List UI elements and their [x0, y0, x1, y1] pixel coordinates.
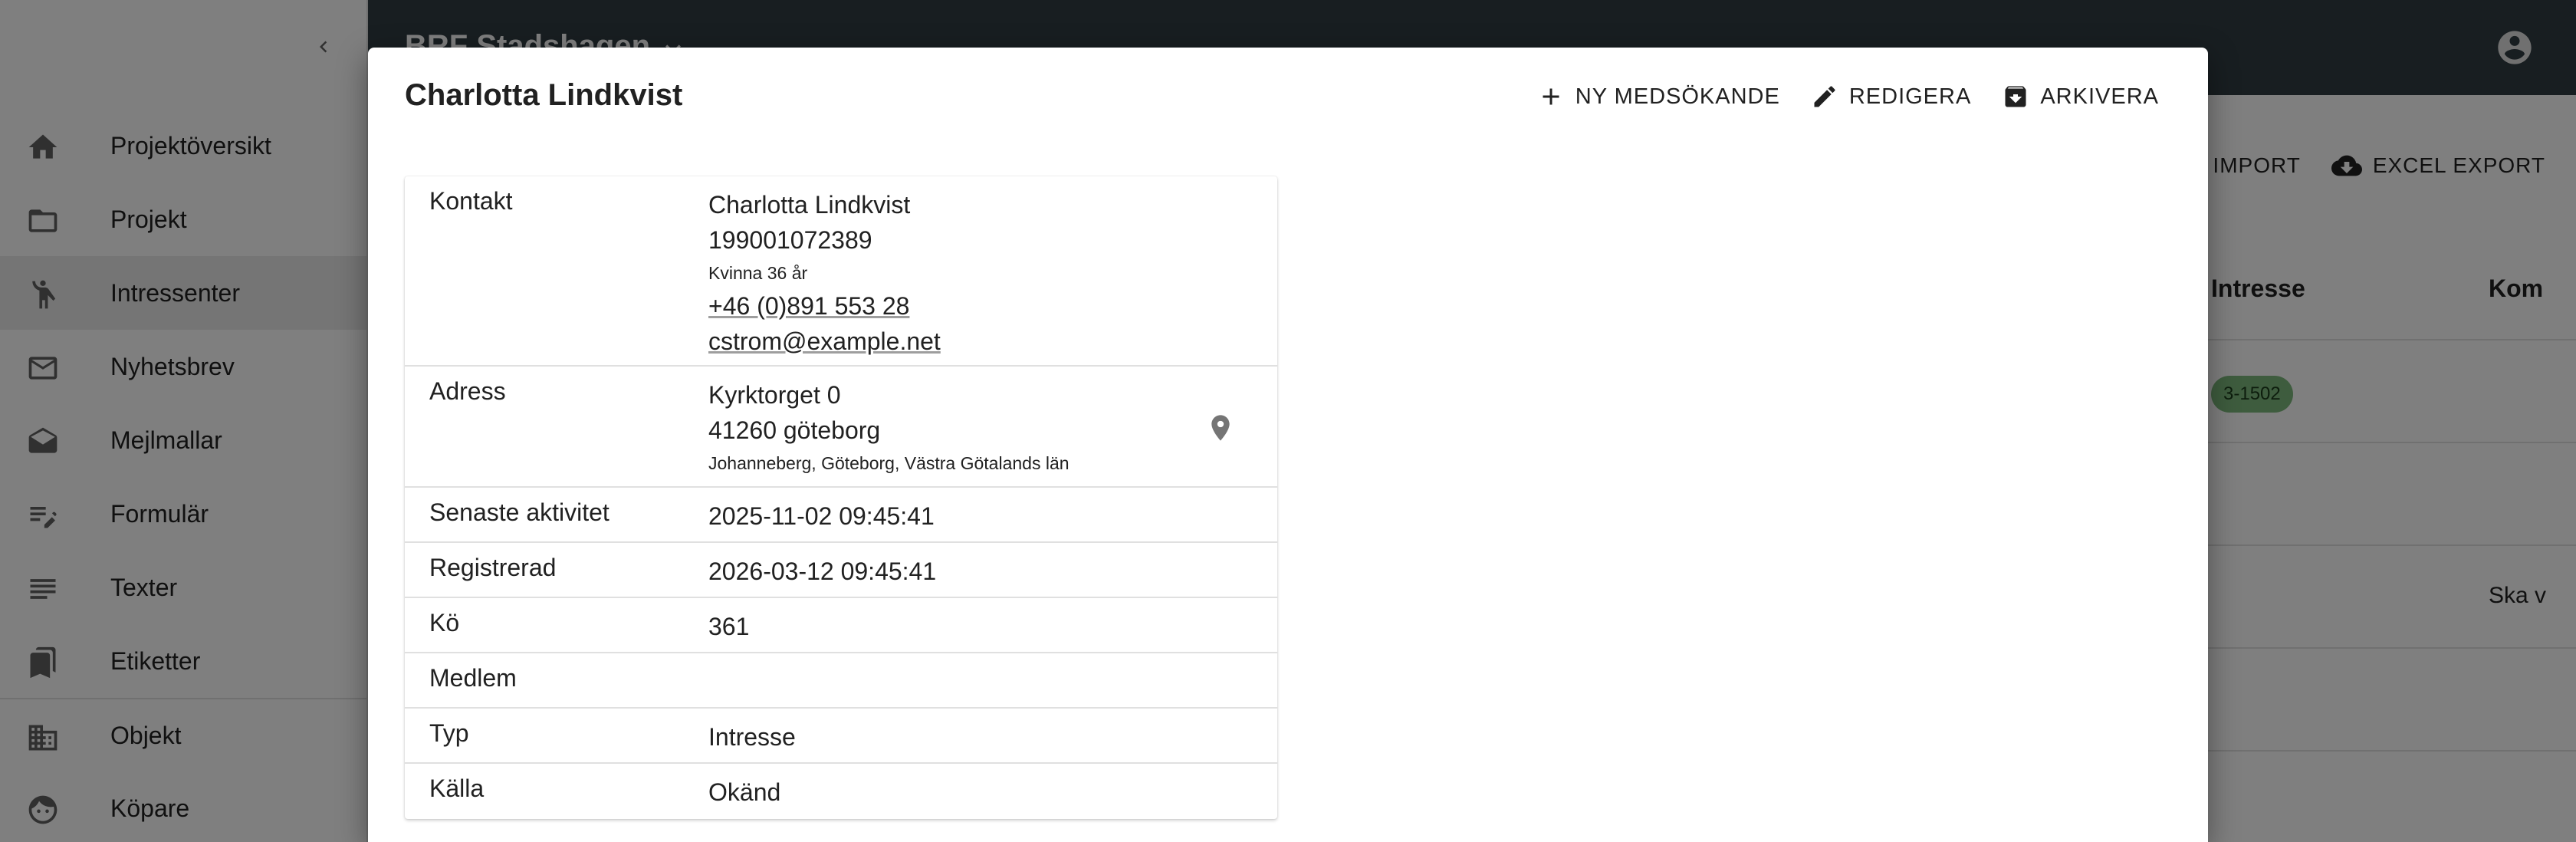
edit-label: REDIGERA	[1848, 84, 1972, 109]
info-label: Typ	[429, 719, 469, 747]
info-value: 361	[708, 613, 750, 640]
info-value: Intresse	[708, 723, 796, 751]
postal-address: 41260 göteborg	[708, 416, 881, 444]
info-row-adress: Adress Kyrktorget 0 41260 göteborg Johan…	[405, 367, 1277, 488]
gender-age: Kvinna 36 år	[708, 263, 808, 283]
archive-icon	[2005, 86, 2026, 107]
info-value: 2026-03-12 09:45:41	[708, 557, 937, 585]
info-row-kalla: Källa Okänd	[405, 764, 1277, 819]
dialog-title: Charlotta Lindkvist	[405, 78, 683, 112]
info-label: Registrerad	[429, 554, 557, 581]
new-co-applicant-button[interactable]: NY MEDSÖKANDE	[1537, 78, 1780, 115]
info-row-kontakt: Kontakt Charlotta Lindkvist 199001072389…	[405, 176, 1277, 367]
contact-dialog: Charlotta Lindkvist NY MEDSÖKANDE REDIGE…	[368, 48, 2208, 842]
address-details: Kyrktorget 0 41260 göteborg Johanneberg,…	[708, 377, 1070, 479]
info-row-registrerad: Registrerad 2026-03-12 09:45:41	[405, 543, 1277, 598]
edit-button[interactable]: REDIGERA	[1811, 78, 1971, 115]
contact-name: Charlotta Lindkvist	[708, 191, 911, 219]
dialog-actions: NY MEDSÖKANDE REDIGERA ARKIVERA	[1537, 78, 2159, 115]
contact-details: Charlotta Lindkvist 199001072389 Kvinna …	[708, 187, 941, 359]
info-label: Adress	[429, 377, 506, 405]
archive-button[interactable]: ARKIVERA	[2002, 78, 2159, 115]
plus-icon	[1543, 88, 1559, 105]
info-label: Medlem	[429, 664, 517, 692]
info-row-ko: Kö 361	[405, 598, 1277, 653]
email-link[interactable]: cstrom@example.net	[708, 324, 941, 359]
archive-label: ARKIVERA	[2040, 84, 2159, 109]
location-pin-icon[interactable]	[1205, 409, 1236, 446]
new-co-applicant-label: NY MEDSÖKANDE	[1575, 84, 1780, 109]
info-row-senaste-aktivitet: Senaste aktivitet 2025-11-02 09:45:41	[405, 488, 1277, 543]
info-label: Senaste aktivitet	[429, 498, 610, 526]
info-label: Källa	[429, 775, 485, 802]
info-row-typ: Typ Intresse	[405, 709, 1277, 764]
address-region: Johanneberg, Göteborg, Västra Götalands …	[708, 453, 1070, 473]
info-row-medlem: Medlem	[405, 653, 1277, 709]
info-label: Kö	[429, 609, 460, 636]
street-address: Kyrktorget 0	[708, 381, 841, 409]
info-label: Kontakt	[429, 187, 513, 215]
pencil-icon	[1814, 86, 1835, 107]
personal-number: 199001072389	[708, 226, 872, 254]
info-value: Okänd	[708, 778, 781, 806]
info-value: 2025-11-02 09:45:41	[708, 502, 935, 530]
phone-link[interactable]: +46 (0)891 553 28	[708, 288, 941, 324]
contact-info-card: Kontakt Charlotta Lindkvist 199001072389…	[405, 176, 1277, 819]
